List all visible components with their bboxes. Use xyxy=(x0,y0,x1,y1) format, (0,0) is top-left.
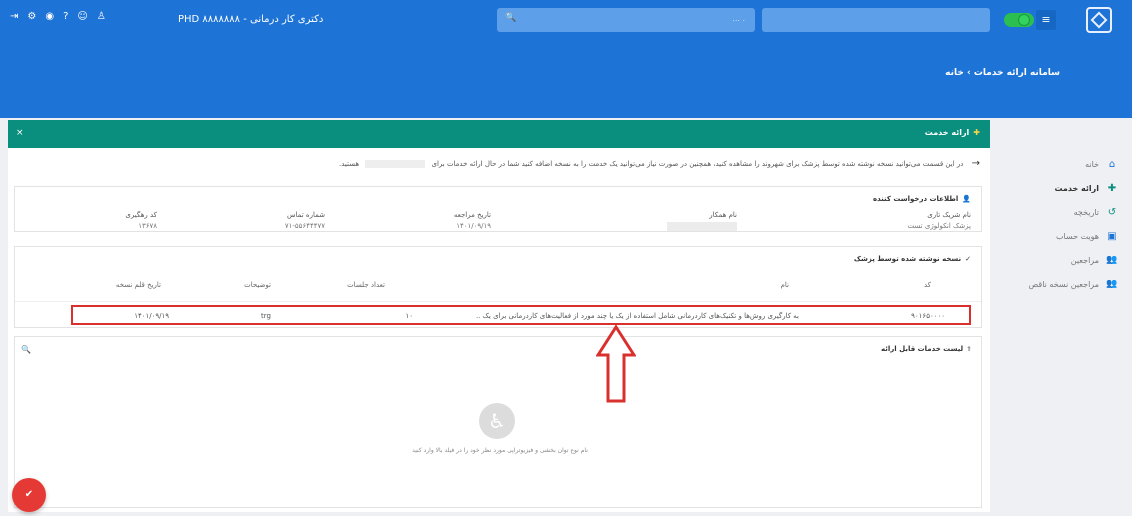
menu-button[interactable]: ≡ xyxy=(1036,10,1056,30)
row-divider xyxy=(15,301,981,302)
panel-title-text: ارائه خدمت xyxy=(924,128,970,137)
annotation-highlight xyxy=(71,305,971,325)
basket-icon: ✚ xyxy=(973,128,980,137)
arrow-right-icon[interactable]: → xyxy=(972,158,980,169)
history-icon: ↺ xyxy=(1107,206,1117,218)
help-icon[interactable]: ? xyxy=(63,11,68,23)
sidebar-item-label: خانه xyxy=(1085,159,1099,169)
sidebar-item-clients[interactable]: 👥 مراجعین xyxy=(993,248,1132,272)
check-icon: ✔ xyxy=(24,489,34,500)
prescription-title-text: نسخه نوشته شده توسط پزشک xyxy=(853,255,962,263)
panel-title: ✚ ارائه خدمت xyxy=(925,128,980,137)
sidebar-item-label: ارائه خدمت xyxy=(1054,183,1099,193)
accessibility-icon: ♿ xyxy=(479,403,515,439)
phone-field: شماره تماس ۷۱-۵۵۶۴۴۴۷۷ xyxy=(285,211,325,230)
annotation-arrow xyxy=(596,325,636,403)
sidebar-item-label: مراجعین xyxy=(1070,255,1099,265)
panel-header: × ✚ ارائه خدمت xyxy=(8,120,990,148)
close-button[interactable]: × xyxy=(16,128,24,138)
basket-icon: ✚ xyxy=(1107,182,1117,194)
fab-button[interactable]: ✔ xyxy=(12,478,46,512)
sidebar-item-label: تاریخچه xyxy=(1073,207,1099,217)
logo-icon xyxy=(1090,11,1108,29)
col-code: کد xyxy=(923,281,931,289)
col-sessions: تعداد جلسات xyxy=(347,281,385,289)
col-description: توضیحات xyxy=(244,281,271,289)
smile-icon[interactable]: ☺ xyxy=(77,11,87,23)
home-icon: ⌂ xyxy=(1108,158,1116,170)
status-toggle[interactable] xyxy=(1004,13,1034,27)
phone-label: شماره تماس xyxy=(287,211,325,219)
sidebar: ⌂ خانه ✚ ارائه خدمت ↺ تاریخچه ▣ هویت حسا… xyxy=(993,148,1132,516)
menu-icon: ≡ xyxy=(1041,13,1051,26)
empty-state-text: نام نوع توان بخشی و فیزیوتراپی مورد نظر … xyxy=(412,447,588,454)
user-icon: 👤 xyxy=(962,195,971,203)
info-message: → در این قسمت می‌توانید نسخه نوشته شده ت… xyxy=(20,158,980,169)
gear-icon[interactable]: ⚙ xyxy=(27,11,36,23)
search-placeholder: ... . xyxy=(732,14,745,23)
clinic-title: دکتری کار درمانی - PHD ۸۸۸۸۸۸۸ xyxy=(178,14,324,25)
sidebar-item-account[interactable]: ▣ هویت حساب xyxy=(993,224,1132,248)
tracking-label: کد رهگیری xyxy=(125,211,157,219)
colleague-label: نام همکار xyxy=(709,211,737,219)
colleague-field: نام همکار xyxy=(667,211,737,233)
info-text: در این قسمت می‌توانید نسخه نوشته شده توس… xyxy=(431,160,964,168)
target-icon[interactable]: ◉ xyxy=(45,11,54,23)
search-icon: 🔍 xyxy=(505,13,517,23)
services-title: ⚕ لیست خدمات قابل ارائه xyxy=(881,345,971,353)
login-icon[interactable]: ⇥ xyxy=(10,11,18,23)
people-icon: 👥 xyxy=(1106,279,1118,289)
top-header: ⇥ ⚙ ◉ ? ☺ ♙ دکتری کار درمانی - PHD ۸۸۸۸۸… xyxy=(0,0,1132,118)
search-icon[interactable]: 🔍 xyxy=(21,345,31,354)
stethoscope-icon: ⚕ xyxy=(967,345,971,353)
people-icon: 👥 xyxy=(1106,255,1118,265)
sidebar-item-incomplete-clients[interactable]: 👥 مراجعین نسخه ناقص xyxy=(993,272,1132,296)
partner-field: نام شریک تاری پزشک انکولوژی تست xyxy=(908,211,971,230)
tracking-value: ۱۳۶۷۸ xyxy=(138,222,157,230)
partner-label: نام شریک تاری xyxy=(927,211,971,219)
requester-title-text: اطلاعات درخواست کننده xyxy=(872,195,959,203)
user-info-box[interactable] xyxy=(762,8,990,32)
requester-title: 👤 اطلاعات درخواست کننده xyxy=(873,195,971,203)
col-name: نام xyxy=(780,281,789,289)
app-logo xyxy=(1086,7,1112,33)
tracking-field: کد رهگیری ۱۳۶۷۸ xyxy=(125,211,157,230)
sidebar-item-service[interactable]: ✚ ارائه خدمت xyxy=(993,176,1132,200)
visit-date-label: تاریخ مراجعه xyxy=(453,211,491,219)
phone-value: ۷۱-۵۵۶۴۴۴۷۷ xyxy=(284,222,325,230)
col-date: تاریخ قلم نسخه xyxy=(115,281,161,289)
sidebar-item-label: مراجعین نسخه ناقص xyxy=(1028,279,1099,289)
search-input[interactable]: 🔍 ... . xyxy=(497,8,755,32)
visit-date-field: تاریخ مراجعه ۱۴۰۱/۰۹/۱۹ xyxy=(454,211,491,230)
prescription-title: ✓ نسخه نوشته شده توسط پزشک xyxy=(854,255,971,263)
partner-value: پزشک انکولوژی تست xyxy=(907,222,971,230)
services-card: ⚕ لیست خدمات قابل ارائه 🔍 ♿ نام نوع توان… xyxy=(14,336,982,508)
sidebar-item-history[interactable]: ↺ تاریخچه xyxy=(993,200,1132,224)
sidebar-item-label: هویت حساب xyxy=(1055,231,1099,241)
check-icon: ✓ xyxy=(965,255,971,263)
sidebar-item-home[interactable]: ⌂ خانه xyxy=(993,152,1132,176)
main-panel: → در این قسمت می‌توانید نسخه نوشته شده ت… xyxy=(8,148,990,512)
id-card-icon: ▣ xyxy=(1107,230,1117,242)
header-toolbar: ⇥ ⚙ ◉ ? ☺ ♙ xyxy=(10,11,106,23)
toggle-knob xyxy=(1018,14,1030,26)
services-title-text: لیست خدمات قابل ارائه xyxy=(880,345,964,353)
redacted-name xyxy=(365,160,426,168)
breadcrumb[interactable]: سامانه ارائه خدمات › خانه xyxy=(820,68,1060,78)
visit-date-value: ۱۴۰۱/۰۹/۱۹ xyxy=(456,222,491,230)
colleague-value xyxy=(667,222,737,233)
person-icon[interactable]: ♙ xyxy=(97,11,106,23)
info-text-end: هستید. xyxy=(338,160,360,168)
requester-card: 👤 اطلاعات درخواست کننده نام شریک تاری پز… xyxy=(14,186,982,232)
